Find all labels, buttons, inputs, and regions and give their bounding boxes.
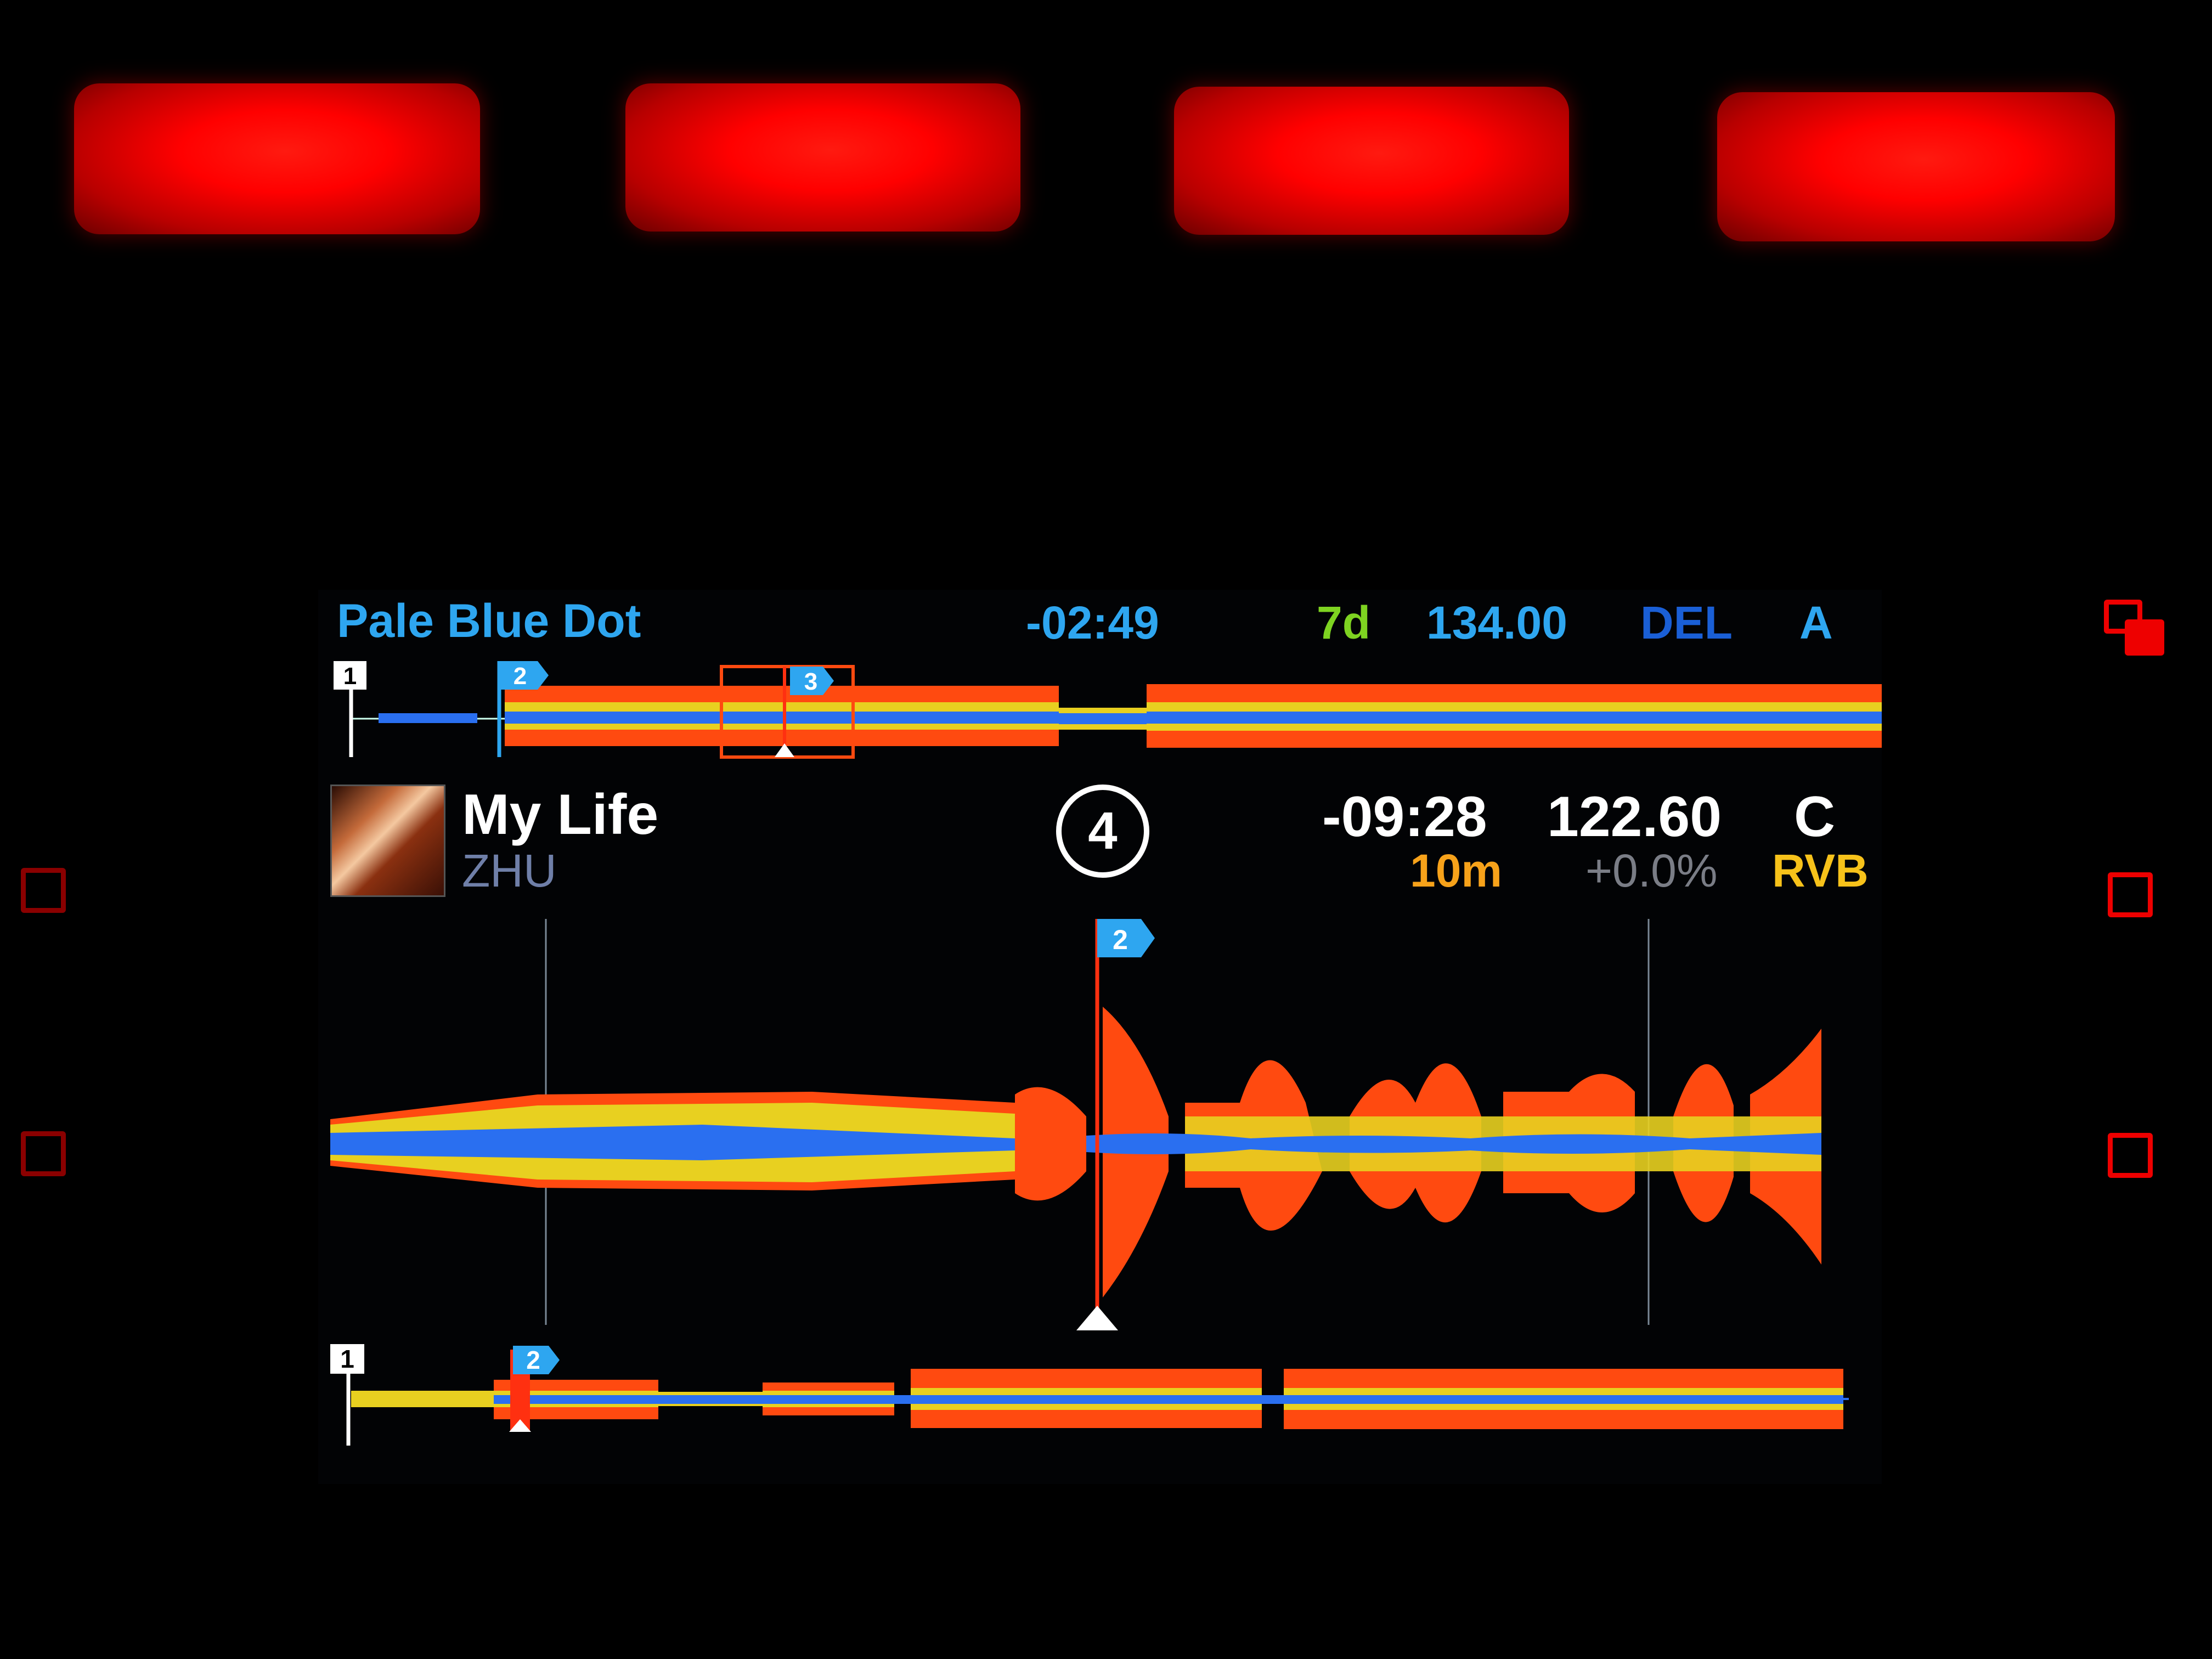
- deck-c-overview-cue-2[interactable]: 2: [513, 1346, 560, 1374]
- left-side-button-1[interactable]: [21, 868, 66, 913]
- performance-pad-2[interactable]: [625, 83, 1020, 232]
- svg-text:2: 2: [526, 1346, 540, 1374]
- left-side-button-2[interactable]: [21, 1131, 66, 1176]
- deck-a-cue-1[interactable]: 1: [334, 661, 366, 757]
- svg-text:1: 1: [340, 1345, 354, 1373]
- svg-text:2: 2: [514, 663, 527, 690]
- deck-c-zoom-waveform[interactable]: [330, 1007, 1821, 1297]
- right-side-button-2[interactable]: [2108, 1133, 2153, 1178]
- right-side-button-1[interactable]: [2108, 872, 2153, 917]
- performance-pad-1[interactable]: [74, 83, 480, 234]
- svg-text:1: 1: [343, 663, 357, 690]
- deck-display: Pale Blue Dot -02:49 7d 134.00 DEL A My …: [318, 590, 1882, 1484]
- performance-pad-4[interactable]: [1717, 92, 2115, 241]
- deck-c-zoom-cue-2[interactable]: 2: [1097, 919, 1155, 957]
- deck-a-overview-waveform[interactable]: [351, 665, 1882, 759]
- layers-icon[interactable]: [2104, 600, 2170, 660]
- deck-c-overview-waveform[interactable]: [351, 1350, 1849, 1432]
- svg-text:2: 2: [1113, 924, 1128, 955]
- svg-text:3: 3: [804, 668, 817, 695]
- performance-pad-3[interactable]: [1174, 87, 1569, 235]
- waveform-layer: 1 2 3 2 1 2: [330, 661, 1882, 1446]
